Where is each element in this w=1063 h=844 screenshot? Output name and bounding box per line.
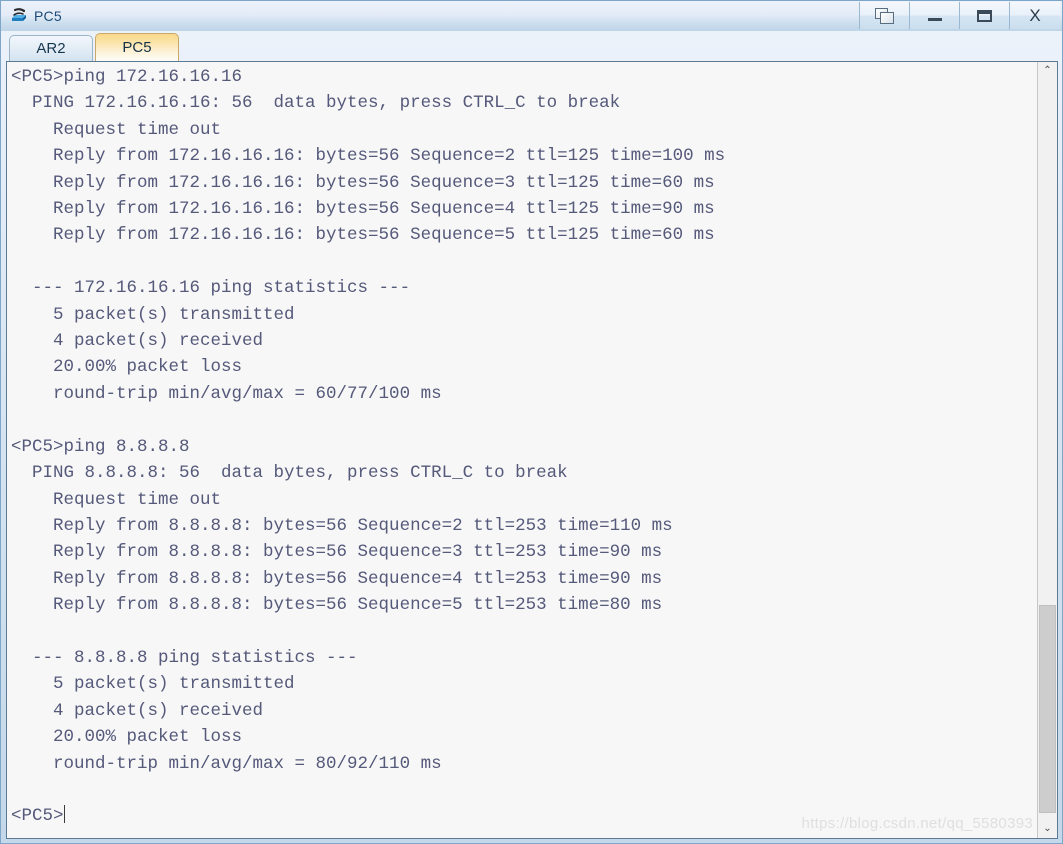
tab-pc5[interactable]: PC5	[95, 33, 179, 61]
terminal-output-area[interactable]: <PC5>ping 172.16.16.16 PING 172.16.16.16…	[7, 62, 1037, 838]
text-cursor	[63, 805, 65, 824]
restore-icon	[874, 7, 895, 24]
scroll-up-arrow-icon[interactable]: ⌃	[1038, 62, 1057, 80]
vertical-scrollbar[interactable]: ⌃ ⌄	[1037, 62, 1057, 838]
minimize-button[interactable]	[910, 2, 960, 29]
router-device-icon	[9, 6, 29, 26]
maximize-icon	[977, 9, 992, 22]
tab-ar2[interactable]: AR2	[9, 35, 93, 61]
tab-strip: AR2 PC5	[1, 31, 1062, 61]
terminal-output: <PC5>ping 172.16.16.16 PING 172.16.16.16…	[11, 67, 726, 827]
scrollbar-thumb[interactable]	[1039, 605, 1056, 813]
window-controls: X	[859, 2, 1060, 29]
terminal-window: PC5 X AR2 PC5 <PC5>ping 172.16.16.16 PIN…	[0, 0, 1063, 844]
scrollbar-track[interactable]	[1038, 80, 1057, 820]
terminal-frame: <PC5>ping 172.16.16.16 PING 172.16.16.16…	[6, 61, 1058, 839]
close-button[interactable]: X	[1010, 2, 1060, 29]
restore-button[interactable]	[860, 2, 910, 29]
window-title: PC5	[34, 8, 62, 24]
maximize-button[interactable]	[960, 2, 1010, 29]
title-bar: PC5 X	[1, 1, 1062, 31]
scroll-down-arrow-icon[interactable]: ⌄	[1038, 820, 1057, 838]
minimize-icon	[927, 18, 942, 21]
